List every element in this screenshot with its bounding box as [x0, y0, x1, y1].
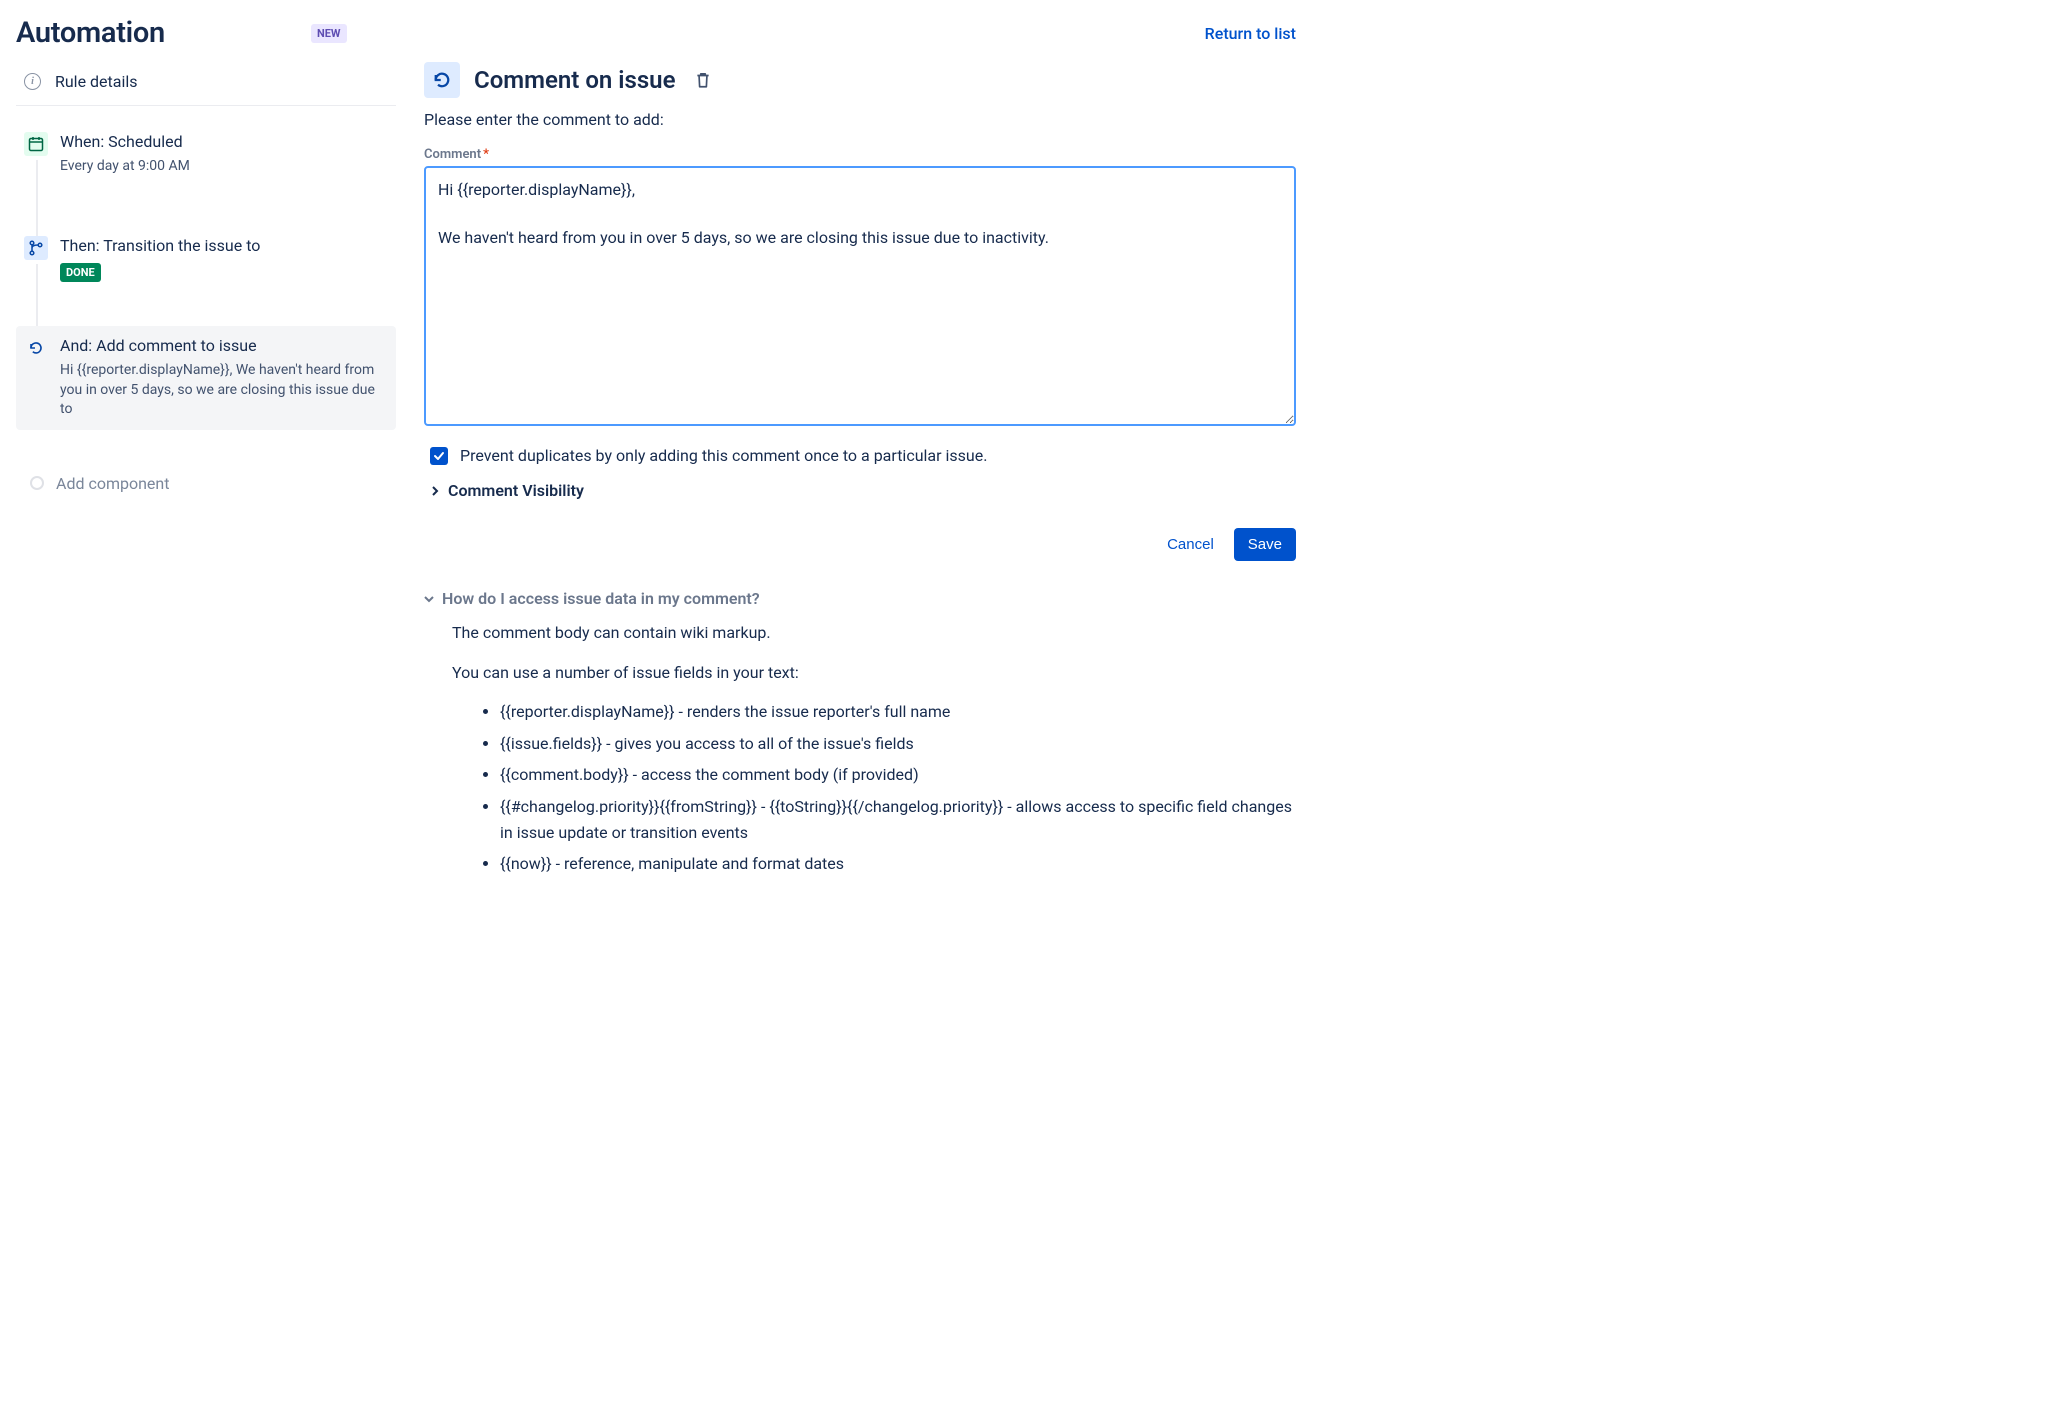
help-toggle[interactable]: How do I access issue data in my comment…: [424, 589, 1296, 608]
help-item: {{issue.fields}} - gives you access to a…: [500, 731, 1296, 757]
branch-icon: [24, 236, 48, 260]
comment-visibility-toggle[interactable]: Comment Visibility: [424, 481, 1296, 500]
return-to-list-link[interactable]: Return to list: [1205, 24, 1296, 43]
status-badge-done: DONE: [60, 263, 101, 282]
add-dot-icon: [30, 476, 44, 490]
help-item: {{now}} - reference, manipulate and form…: [500, 851, 1296, 877]
help-item: {{reporter.displayName}} - renders the i…: [500, 699, 1296, 725]
visibility-label: Comment Visibility: [448, 481, 584, 500]
rule-sidebar: i Rule details When: Scheduled Every day…: [16, 62, 396, 883]
page-title: Automation: [16, 16, 165, 50]
action-refresh-icon: [424, 62, 460, 98]
check-icon: [433, 450, 445, 462]
calendar-icon: [24, 132, 48, 156]
rule-details-label: Rule details: [55, 72, 138, 91]
prevent-duplicates-checkbox[interactable]: [430, 447, 448, 465]
step-title: Then: Transition the issue to: [60, 236, 388, 257]
step-title: When: Scheduled: [60, 132, 388, 153]
chevron-right-icon: [430, 486, 440, 496]
cancel-button[interactable]: Cancel: [1153, 528, 1228, 561]
rule-steps: When: Scheduled Every day at 9:00 AM The…: [16, 122, 396, 507]
instruction-text: Please enter the comment to add:: [424, 110, 1296, 129]
step-subtitle: Every day at 9:00 AM: [60, 157, 388, 177]
help-toggle-label: How do I access issue data in my comment…: [442, 589, 760, 608]
step-transition[interactable]: Then: Transition the issue to DONE: [16, 226, 396, 292]
trash-icon: [694, 71, 712, 89]
step-title: And: Add comment to issue: [60, 336, 388, 357]
add-component-label: Add component: [56, 474, 169, 493]
new-badge: NEW: [311, 24, 347, 43]
comment-field-label: Comment*: [424, 147, 1296, 162]
step-trigger[interactable]: When: Scheduled Every day at 9:00 AM: [16, 122, 396, 186]
step-subtitle: Hi {{reporter.displayName}}, We haven't …: [60, 361, 388, 420]
refresh-icon: [24, 336, 48, 360]
help-item: {{#changelog.priority}}{{fromString}} - …: [500, 794, 1296, 845]
add-component-button[interactable]: Add component: [16, 460, 396, 507]
help-intro-2: You can use a number of issue fields in …: [452, 660, 1296, 686]
prevent-duplicates-label: Prevent duplicates by only adding this c…: [460, 446, 987, 465]
page-header: Automation NEW Return to list: [16, 16, 1296, 62]
delete-button[interactable]: [690, 67, 716, 93]
panel-title: Comment on issue: [474, 66, 676, 94]
help-intro-1: The comment body can contain wiki markup…: [452, 620, 1296, 646]
info-icon: i: [24, 73, 41, 90]
help-body: The comment body can contain wiki markup…: [424, 608, 1296, 877]
help-list: {{reporter.displayName}} - renders the i…: [452, 699, 1296, 877]
step-add-comment[interactable]: And: Add comment to issue Hi {{reporter.…: [16, 326, 396, 430]
chevron-down-icon: [424, 594, 434, 604]
main-panel: Comment on issue Please enter the commen…: [416, 62, 1296, 883]
save-button[interactable]: Save: [1234, 528, 1296, 561]
rule-details-button[interactable]: i Rule details: [16, 62, 396, 106]
help-item: {{comment.body}} - access the comment bo…: [500, 762, 1296, 788]
comment-textarea[interactable]: [424, 166, 1296, 426]
